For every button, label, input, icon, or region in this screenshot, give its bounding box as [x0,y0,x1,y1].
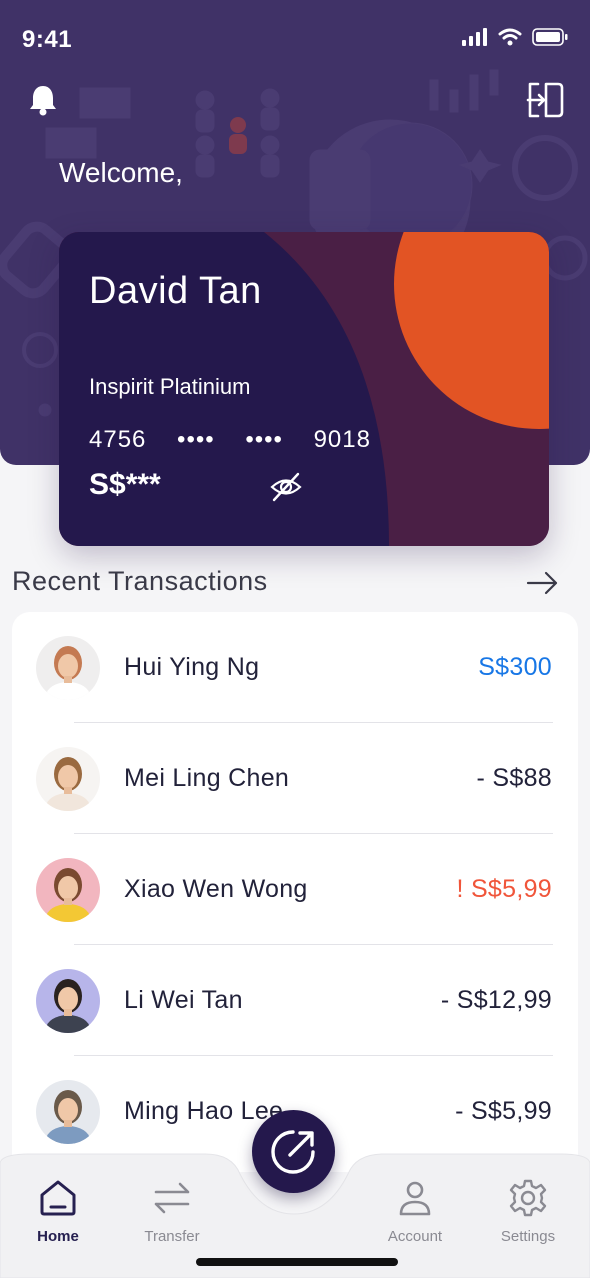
avatar-image [36,1080,100,1144]
transaction-amount: S$300 [478,653,552,681]
wifi-icon [498,28,522,46]
transaction-amount: ! S$5,99 [456,875,552,903]
signal-icon [462,28,487,46]
avatar-image [36,969,100,1033]
home-indicator [196,1258,398,1266]
card-product-name: Inspirit Platinium [89,374,251,399]
card-balance: S$*** [89,468,161,501]
transaction-amount: - S$5,99 [455,1097,552,1125]
avatar-image [36,858,100,922]
transfer-icon [154,1182,190,1214]
quick-transfer-button[interactable] [252,1110,335,1193]
avatar [36,858,100,922]
transaction-list: Hui Ying Ng S$300 Mei Ling Chen - S$88 X… [12,612,578,1172]
tab-settings-label: Settings [500,1228,556,1245]
avatar [36,636,100,700]
home-icon [40,1180,76,1216]
avatar-image [36,747,100,811]
transaction-name: Hui Ying Ng [124,653,260,681]
tab-settings[interactable]: Settings [478,1178,578,1245]
battery-icon [532,28,568,46]
transaction-name: Xiao Wen Wong [124,875,308,903]
transaction-row[interactable]: Xiao Wen Wong ! S$5,99 [12,834,578,945]
notification-bell-icon[interactable] [26,82,60,116]
tab-account[interactable]: Account [365,1178,465,1245]
logout-icon[interactable] [524,78,568,122]
avatar [36,747,100,811]
tab-transfer-label: Transfer [144,1228,200,1245]
card-number: 4756 •••• •••• 9018 [89,426,371,454]
transaction-row[interactable]: Li Wei Tan - S$12,99 [12,945,578,1056]
transaction-name: Li Wei Tan [124,986,243,1014]
avatar [36,1080,100,1144]
account-icon [399,1181,431,1216]
tab-transfer[interactable]: Transfer [122,1178,222,1245]
transaction-amount: - S$88 [476,764,552,792]
status-time: 9:41 [22,26,73,53]
eye-off-icon[interactable] [269,470,303,504]
transaction-row[interactable]: Mei Ling Chen - S$88 [12,723,578,834]
tab-home-label: Home [37,1228,79,1245]
send-arrow-icon [271,1130,315,1174]
status-icons [462,28,568,46]
card-holder-name: David Tan [89,270,262,312]
avatar-image [36,636,100,700]
card-number-last: 9018 [313,426,371,453]
welcome-text: Welcome, [59,157,183,188]
arrow-right-icon[interactable] [526,566,560,600]
avatar [36,969,100,1033]
bank-card[interactable]: David Tan Inspirit Platinium 4756 •••• •… [59,232,549,546]
status-bar: 9:41 [0,0,590,80]
recent-transactions-title: Recent Transactions [12,566,268,596]
transaction-row[interactable]: Hui Ying Ng S$300 [12,612,578,723]
card-number-mask: •••• [177,426,215,453]
gear-icon [509,1179,547,1217]
tab-home[interactable]: Home [8,1178,108,1245]
tab-account-label: Account [387,1228,443,1245]
card-number-first: 4756 [89,426,147,453]
card-number-mask: •••• [245,426,283,453]
transaction-amount: - S$12,99 [440,986,552,1014]
transaction-name: Mei Ling Chen [124,764,290,792]
